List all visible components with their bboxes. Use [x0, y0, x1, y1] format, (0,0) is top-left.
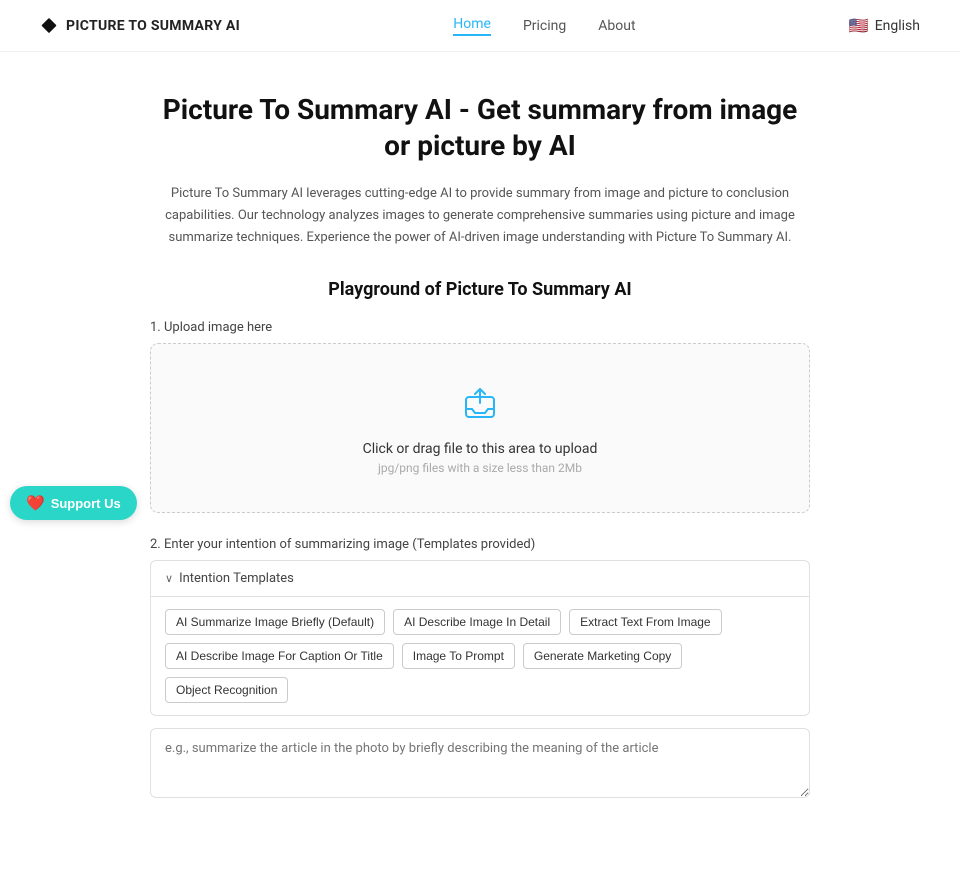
chevron-down-icon: ∨ — [165, 572, 173, 585]
heart-icon: ❤️ — [26, 494, 45, 512]
hero-title: Picture To Summary AI - Get summary from… — [150, 92, 810, 165]
upload-sub-text: jpg/png files with a size less than 2Mb — [378, 461, 582, 475]
logo-icon — [40, 17, 58, 35]
flag-icon: 🇺🇸 — [849, 16, 869, 35]
logo-text: PICTURE TO SUMMARY AI — [66, 18, 240, 34]
intention-templates-label: Intention Templates — [179, 571, 294, 586]
tag-button[interactable]: Image To Prompt — [402, 643, 515, 669]
intention-header[interactable]: ∨ Intention Templates — [151, 561, 809, 597]
intention-box: ∨ Intention Templates AI Summarize Image… — [150, 560, 810, 716]
intention-label: 2. Enter your intention of summarizing i… — [150, 537, 810, 552]
logo[interactable]: PICTURE TO SUMMARY AI — [40, 17, 240, 35]
language-selector[interactable]: 🇺🇸 English — [849, 16, 920, 35]
prompt-textarea[interactable] — [150, 728, 810, 798]
main-content: Picture To Summary AI - Get summary from… — [130, 52, 830, 882]
nav-home[interactable]: Home — [453, 16, 491, 36]
tags-container: AI Summarize Image Briefly (Default) AI D… — [151, 597, 809, 715]
tag-button[interactable]: AI Describe Image For Caption Or Title — [165, 643, 394, 669]
tag-button[interactable]: AI Describe Image In Detail — [393, 609, 561, 635]
tag-button[interactable]: Object Recognition — [165, 677, 288, 703]
upload-dropzone[interactable]: Click or drag file to this area to uploa… — [150, 343, 810, 513]
upload-label: 1. Upload image here — [150, 320, 810, 335]
nav-links: Home Pricing About — [453, 16, 635, 36]
tag-button[interactable]: Generate Marketing Copy — [523, 643, 682, 669]
support-label: Support Us — [51, 496, 121, 511]
language-label: English — [875, 18, 920, 34]
playground-title: Playground of Picture To Summary AI — [150, 279, 810, 300]
nav-pricing[interactable]: Pricing — [523, 18, 566, 34]
support-button[interactable]: ❤️ Support Us — [10, 486, 137, 520]
upload-main-text: Click or drag file to this area to uploa… — [363, 441, 598, 457]
hero-description: Picture To Summary AI leverages cutting-… — [150, 183, 810, 249]
upload-icon — [458, 381, 502, 429]
tag-button[interactable]: AI Summarize Image Briefly (Default) — [165, 609, 385, 635]
tag-button[interactable]: Extract Text From Image — [569, 609, 721, 635]
navbar: PICTURE TO SUMMARY AI Home Pricing About… — [0, 0, 960, 52]
nav-about[interactable]: About — [598, 18, 635, 34]
